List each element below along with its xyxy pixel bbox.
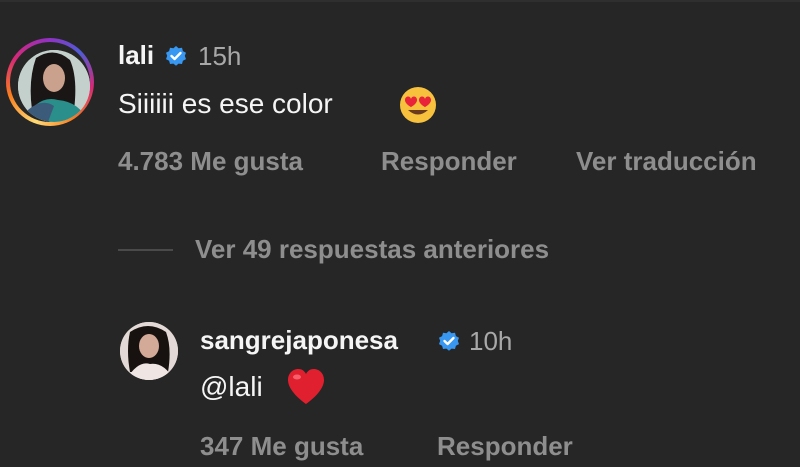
red-heart-emoji-icon <box>288 369 324 404</box>
heart-eyes-emoji-icon <box>400 87 436 123</box>
reply-username[interactable]: sangrejaponesa <box>200 325 398 356</box>
view-replies-button[interactable]: Ver 49 respuestas anteriores <box>195 234 549 265</box>
reply-text: @lali <box>200 371 263 402</box>
reply-button[interactable]: Responder <box>381 146 517 177</box>
replies-divider <box>118 249 173 251</box>
comment-likes[interactable]: 4.783 Me gusta <box>118 146 303 177</box>
translate-button[interactable]: Ver traducción <box>576 146 757 177</box>
reply-likes[interactable]: 347 Me gusta <box>200 431 363 462</box>
avatar-sangrejaponesa[interactable] <box>120 322 178 380</box>
reply-reply-button[interactable]: Responder <box>437 431 573 462</box>
comment-username[interactable]: lali <box>118 40 154 71</box>
comment-timestamp: 15h <box>198 41 242 71</box>
reply-timestamp: 10h <box>469 326 513 356</box>
top-divider <box>0 0 800 2</box>
comment-text: Siiiiii es ese color <box>118 88 333 119</box>
verified-badge-icon <box>166 46 186 66</box>
story-ring[interactable] <box>6 38 94 126</box>
avatar-lali[interactable] <box>18 50 90 122</box>
verified-badge-icon <box>439 331 459 351</box>
